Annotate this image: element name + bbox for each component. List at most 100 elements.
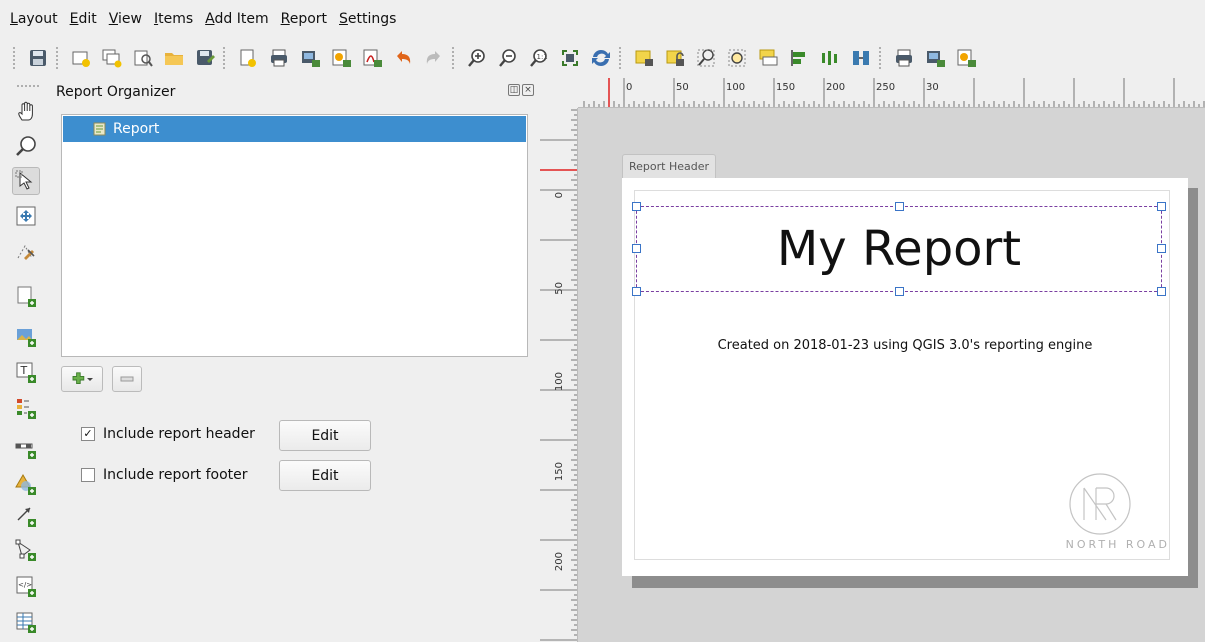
include-header-checkbox[interactable]: ✓	[81, 427, 95, 441]
include-footer-checkbox[interactable]	[81, 468, 95, 482]
add-nodes-icon[interactable]	[12, 536, 40, 564]
remove-section-button[interactable]	[112, 366, 142, 392]
ruler-tick-label: 150	[554, 462, 565, 481]
edit-nodes-icon[interactable]	[12, 238, 40, 266]
resize-handle[interactable]	[1157, 244, 1166, 253]
add-picture-icon[interactable]	[12, 322, 40, 350]
layout-canvas[interactable]: Report Header My Report Created on 2018-…	[578, 108, 1205, 642]
resize-handle[interactable]	[632, 244, 641, 253]
include-header-label: Include report header	[103, 426, 255, 442]
zoom-actual-icon[interactable]: 1:1	[525, 45, 552, 72]
menu-bar: Layout Edit View Items Add Item Report S…	[0, 0, 1205, 38]
add-legend-icon[interactable]	[12, 394, 40, 422]
toolbar-handle[interactable]	[16, 84, 40, 88]
lock-items-icon[interactable]	[630, 45, 657, 72]
select-move-icon[interactable]	[12, 167, 40, 195]
report-page[interactable]: My Report Created on 2018-01-23 using QG…	[622, 178, 1188, 576]
vertical-ruler[interactable]: 0 50 100 150 200	[540, 108, 578, 642]
title-label-item[interactable]: My Report	[632, 202, 1166, 296]
save-icon[interactable]	[24, 45, 51, 72]
resize-handle[interactable]	[632, 287, 641, 296]
menu-add-item[interactable]: Add Item	[199, 11, 274, 27]
zoom-tool-icon[interactable]	[12, 132, 40, 160]
toolbar-handle[interactable]	[12, 46, 16, 70]
ruler-tick-label: 0	[554, 192, 565, 198]
export-image-icon[interactable]	[296, 45, 323, 72]
include-footer-label: Include report footer	[103, 467, 248, 483]
open-folder-icon[interactable]	[160, 45, 187, 72]
menu-view[interactable]: View	[103, 11, 148, 27]
zoom-in-icon[interactable]	[463, 45, 490, 72]
report-tree[interactable]: Report	[61, 114, 528, 357]
toolbar-separator	[451, 46, 455, 70]
toolbar-separator	[222, 46, 226, 70]
add-arrow-icon[interactable]	[12, 502, 40, 530]
ruler-corner	[540, 78, 578, 108]
toolbar-separator	[618, 46, 622, 70]
menu-layout[interactable]: Layout	[4, 11, 64, 27]
report-subtitle[interactable]: Created on 2018-01-23 using QGIS 3.0's r…	[622, 338, 1188, 353]
ruler-tick-label: 50	[676, 82, 689, 93]
report-title: My Report	[776, 221, 1022, 277]
new-report-icon[interactable]	[234, 45, 261, 72]
ruler-tick-label: 200	[554, 552, 565, 571]
add-label-icon[interactable]: T	[12, 358, 40, 386]
svg-text:</>: </>	[18, 581, 32, 589]
duplicate-layout-icon[interactable]	[98, 45, 125, 72]
resize-handle[interactable]	[632, 202, 641, 211]
export-pdf-icon[interactable]	[358, 45, 385, 72]
add-map-icon[interactable]	[12, 282, 40, 310]
atlas-export-image-icon[interactable]	[921, 45, 948, 72]
save-as-template-icon[interactable]	[191, 45, 218, 72]
close-panel-icon[interactable]: ×	[522, 84, 534, 96]
logo-text: NORTH ROAD	[1065, 538, 1170, 551]
redo-icon[interactable]	[420, 45, 447, 72]
resize-handle[interactable]	[1157, 202, 1166, 211]
add-html-icon[interactable]: </>	[12, 572, 40, 600]
raise-items-icon[interactable]	[754, 45, 781, 72]
refresh-icon[interactable]	[587, 45, 614, 72]
distribute-items-icon[interactable]	[816, 45, 843, 72]
atlas-print-icon[interactable]	[890, 45, 917, 72]
horizontal-ruler[interactable]: 0 50 100 150 200 250 30	[578, 78, 1205, 108]
resize-handle[interactable]	[895, 202, 904, 211]
add-scalebar-icon[interactable]	[12, 434, 40, 462]
resize-items-icon[interactable]	[847, 45, 874, 72]
svg-text:1:1: 1:1	[536, 53, 547, 61]
report-organizer-panel: Report Organizer ◫ × Report ✓ Include re…	[52, 78, 540, 642]
add-shape-icon[interactable]	[12, 470, 40, 498]
tree-item-report[interactable]: Report	[63, 116, 526, 142]
new-layout-icon[interactable]	[67, 45, 94, 72]
ruler-tick-label: 150	[776, 82, 795, 93]
float-panel-icon[interactable]: ◫	[508, 84, 520, 96]
zoom-full-icon[interactable]	[556, 45, 583, 72]
resize-handle[interactable]	[895, 287, 904, 296]
atlas-export-svg-icon[interactable]	[952, 45, 979, 72]
panel-title: Report Organizer	[56, 84, 176, 100]
menu-items[interactable]: Items	[148, 11, 199, 27]
section-label: Report Header	[622, 154, 717, 178]
add-table-icon[interactable]	[12, 608, 40, 636]
minus-icon	[120, 376, 134, 382]
export-svg-icon[interactable]	[327, 45, 354, 72]
tree-item-label: Report	[113, 121, 160, 137]
layout-manager-icon[interactable]	[129, 45, 156, 72]
edit-header-button[interactable]: Edit	[279, 420, 371, 451]
group-items-icon[interactable]	[692, 45, 719, 72]
menu-report[interactable]: Report	[275, 11, 333, 27]
edit-footer-button[interactable]: Edit	[279, 460, 371, 491]
undo-icon[interactable]	[389, 45, 416, 72]
ungroup-items-icon[interactable]	[723, 45, 750, 72]
panel-controls: ◫ ×	[508, 84, 534, 96]
resize-handle[interactable]	[1157, 287, 1166, 296]
zoom-out-icon[interactable]	[494, 45, 521, 72]
add-section-button[interactable]	[61, 366, 103, 392]
pan-hand-icon[interactable]	[12, 98, 40, 126]
main-toolbar: 1:1	[0, 38, 1205, 78]
move-content-icon[interactable]	[12, 202, 40, 230]
print-icon[interactable]	[265, 45, 292, 72]
menu-edit[interactable]: Edit	[64, 11, 103, 27]
align-items-icon[interactable]	[785, 45, 812, 72]
menu-settings[interactable]: Settings	[333, 11, 402, 27]
unlock-items-icon[interactable]	[661, 45, 688, 72]
